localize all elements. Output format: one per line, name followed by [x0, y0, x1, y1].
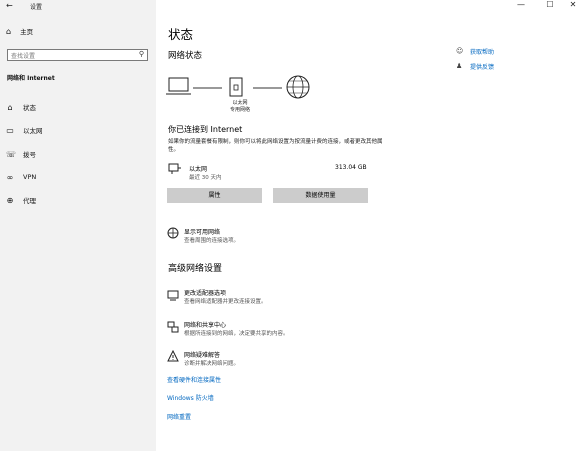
ethernet-icon [168, 163, 182, 178]
globe-icon [286, 75, 310, 99]
connected-title: 你已连接到 Internet [168, 125, 243, 134]
troubleshoot-link[interactable]: 网络疑难解答 [184, 350, 220, 359]
adapter-options-link[interactable]: 更改适配器选项 [184, 288, 226, 297]
advanced-settings-title: 高级网络设置 [168, 264, 223, 274]
help-icon: ☺ [456, 47, 464, 55]
feedback-link[interactable]: 提供反馈 [470, 62, 494, 71]
troubleshoot-sub: 诊断并解决网络问题。 [184, 361, 240, 367]
sidebar-item-label: 状态 [23, 104, 36, 112]
sidebar-item-dialup[interactable]: ☏ 拨号 [6, 148, 36, 160]
sharing-center-sub: 根据所连接到的网络，决定要共享的内容。 [184, 331, 289, 337]
show-networks-sub: 查看周围的连接选项。 [184, 238, 240, 244]
connected-description: 如果你的流量套餐有限制，则你可以将此网络设置为按流量计费的连接，或者更改其他属性… [168, 139, 383, 153]
proxy-icon: ⊕ [6, 195, 14, 205]
connection-sub: 最近 30 天内 [189, 175, 222, 181]
get-help-link[interactable]: 获取帮助 [470, 47, 494, 56]
vpn-icon: ∞ [6, 172, 14, 182]
sidebar-section-title: 网络和 Internet [7, 75, 55, 82]
search-input[interactable]: 查找设置 ⚲ [7, 49, 148, 61]
ethernet-icon: ▭ [6, 125, 14, 135]
diagram-label-private: 专用网络 [229, 107, 250, 113]
home-network-icon: ⌂ [7, 102, 13, 112]
page-title: 状态 [168, 27, 194, 42]
sharing-center-icon [167, 321, 179, 336]
sidebar-item-ethernet[interactable]: ▭ 以太网 [6, 124, 43, 136]
maximize-button[interactable]: ☐ [543, 0, 557, 9]
sharing-center-link[interactable]: 网络和共享中心 [184, 320, 226, 329]
adapter-options-icon [167, 290, 179, 305]
sidebar: ← 设置 ⌂ 主页 查找设置 ⚲ 网络和 Internet ⌂ 状态 ▭ 以太网… [0, 0, 156, 451]
sidebar-item-proxy[interactable]: ⊕ 代理 [6, 194, 36, 206]
adapter-options-sub: 查看网络适配器并更改连接设置。 [184, 299, 267, 305]
show-networks-icon [167, 227, 179, 242]
sidebar-item-label: VPN [23, 173, 37, 181]
back-arrow-icon[interactable]: ← [6, 1, 13, 10]
sidebar-item-vpn[interactable]: ∞ VPN [6, 171, 37, 183]
sidebar-home-label: 主页 [20, 28, 34, 36]
search-placeholder: 查找设置 [11, 53, 36, 60]
dialup-icon: ☏ [6, 149, 17, 159]
connection-name: 以太网 [189, 166, 208, 173]
sidebar-home[interactable]: ⌂ 主页 [6, 26, 34, 37]
sidebar-item-label: 代理 [23, 197, 36, 205]
network-reset-link[interactable]: 网络重置 [167, 412, 191, 421]
warning-icon [167, 349, 179, 365]
data-usage-button[interactable]: 数据使用量 [273, 188, 368, 203]
network-status-title: 网络状态 [168, 51, 203, 61]
sidebar-item-status[interactable]: ⌂ 状态 [6, 101, 36, 113]
window-title: 设置 [30, 4, 43, 11]
hardware-properties-link[interactable]: 查看硬件和连接属性 [167, 375, 221, 384]
router-icon [229, 77, 243, 97]
windows-firewall-link[interactable]: Windows 防火墙 [167, 393, 214, 402]
computer-icon [166, 77, 191, 95]
search-icon[interactable]: ⚲ [139, 50, 144, 58]
feedback-icon: ♟ [456, 62, 463, 70]
properties-button[interactable]: 属性 [167, 188, 262, 203]
home-icon: ⌂ [6, 26, 12, 36]
close-button[interactable]: ✕ [566, 0, 580, 9]
minimize-button[interactable]: — [514, 0, 528, 9]
show-networks-link[interactable]: 显示可用网络 [184, 227, 220, 236]
sidebar-item-label: 拨号 [23, 151, 36, 159]
connection-usage: 313.04 GB [335, 164, 367, 171]
sidebar-item-label: 以太网 [23, 127, 43, 135]
diagram-label-ethernet: 以太网 [232, 100, 248, 106]
